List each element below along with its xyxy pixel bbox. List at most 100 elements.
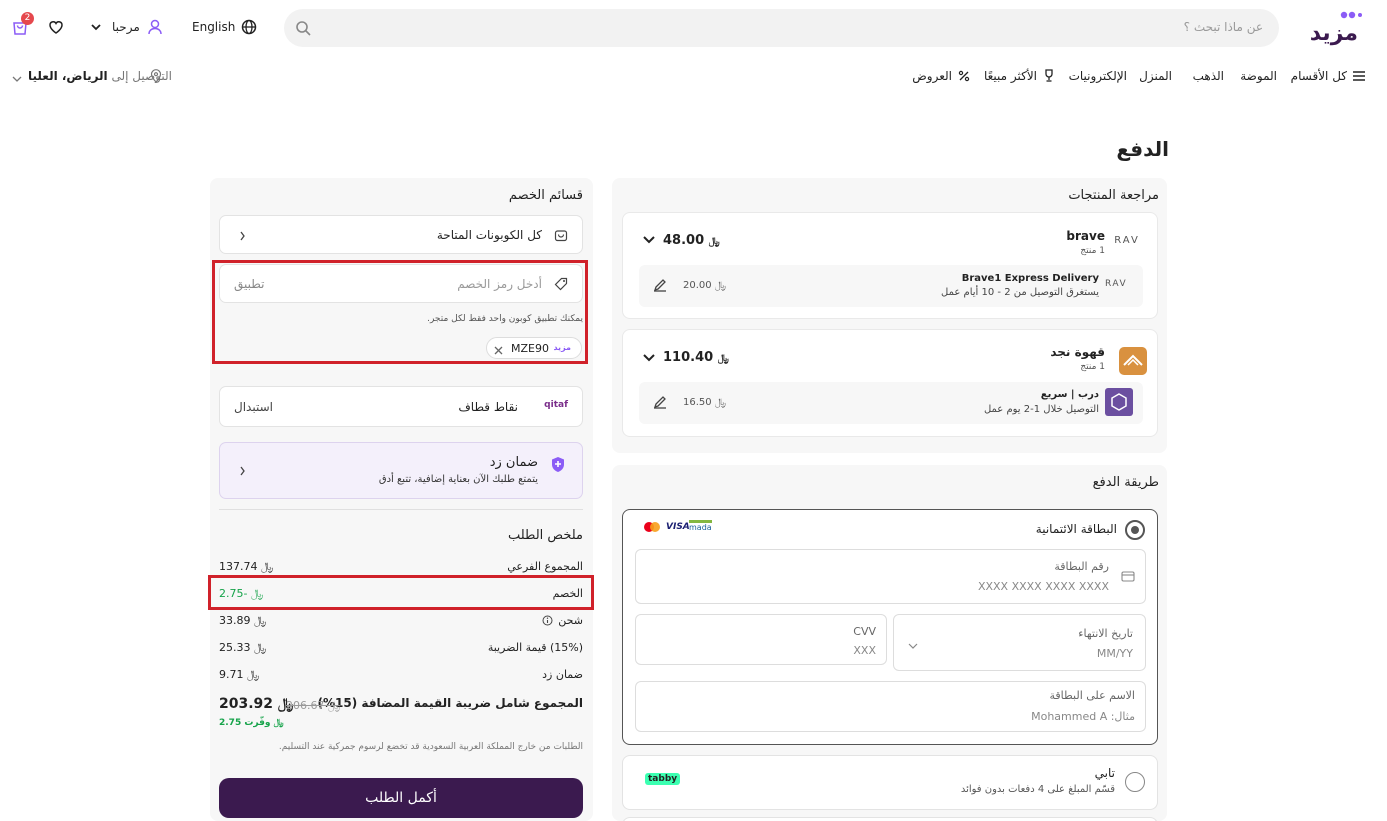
store-card: RAV brave 1 منتج 48.00 ﷼ RAV Brave1 Expr… [622,212,1158,319]
percent-icon [958,70,970,85]
expiry-label: تاريخ الانتهاء [1078,627,1133,640]
heart-icon[interactable] [47,18,65,39]
shipping-name: Brave1 Express Delivery [961,273,1099,284]
store-count: 1 منتج [1080,246,1105,256]
summary-row: (15%) قيمة الضريبة ﷼ 25.33 [219,639,583,657]
store-count: 1 منتج [1080,362,1105,372]
summary-value: ﷼ 9.71 [219,668,260,681]
summary-row: ضمان زد ﷼ 9.71 [219,666,583,684]
card-name-field[interactable]: الاسم على البطاقة مثال: Mohammed A [635,681,1146,732]
najd-coffee-logo [1119,347,1147,375]
logo[interactable]: مزيد [1308,8,1362,46]
products-panel: مراجعة المنتجات RAV brave 1 منتج 48.00 ﷼… [612,178,1167,453]
language-toggle[interactable]: English [192,20,235,34]
tabby-radio[interactable] [1125,772,1145,792]
chevron-down-icon[interactable] [643,234,655,248]
delivery-city: الرياض، العليا [28,69,108,83]
payment-title: طريقة الدفع [1092,475,1159,490]
edit-icon[interactable] [653,395,667,412]
expiry-field[interactable]: تاريخ الانتهاء MM/YY [893,614,1146,671]
store-total: 110.40 ﷼ [663,350,729,365]
zid-desc: يتمتع طلبك الآن بعناية إضافية، تتبع أدق [378,474,538,485]
shield-icon [550,456,566,476]
old-total: ﷼ 206.67 [286,699,341,712]
cart-count-badge: 2 [21,12,34,25]
shipping-note: التوصيل خلال 1-2 يوم عمل [983,404,1099,415]
mastercard-icon [643,521,661,533]
tabby-logo: tabby [645,773,681,785]
menu-icon[interactable] [1352,70,1366,85]
nav-item-offers[interactable]: العروض [912,69,952,83]
nav-item-bestsellers[interactable]: الأكثر مبيعًا [984,69,1037,83]
coupon-bag-icon [554,228,568,245]
highlight-coupon [212,260,588,364]
mada-icon: mada [689,520,712,533]
payment-panel: طريقة الدفع البطاقة الائتمانية VISA mada… [612,465,1167,821]
edit-icon[interactable] [653,278,667,295]
page-title: الدفع [1116,137,1169,161]
highlight-discount [208,575,594,610]
tabby-desc: قسّم المبلغ على 4 دفعات بدون فوائد [960,784,1115,795]
store-name: brave [1066,229,1105,243]
chevron-down-icon[interactable] [643,352,655,366]
chevron-down-icon[interactable] [12,72,22,86]
summary-title: ملخص الطلب [507,528,583,543]
card-name-label: الاسم على البطاقة [1049,689,1136,702]
chevron-down-icon[interactable] [90,21,102,36]
search-bar[interactable]: عن ماذا تبحث ؟ [284,9,1279,47]
saved-amount: ﷼ وفّرت 2.75 [219,718,284,728]
shipping-option[interactable]: درب | سريع التوصيل خلال 1-2 يوم عمل 16.5… [639,382,1143,424]
chevron-left-icon [238,230,246,244]
chevron-down-icon[interactable] [908,639,918,653]
store-card: قهوة نجد 1 منتج 110.40 ﷼ درب | سريع التو… [622,329,1158,437]
card-name-input[interactable]: مثال: Mohammed A [1031,710,1135,723]
store-name: قهوة نجد [1050,345,1105,359]
next-payment-option[interactable] [622,817,1158,821]
card-number-input[interactable]: XXXX XXXX XXXX XXXX [978,580,1109,593]
summary-label: ضمان زد [542,668,583,681]
nav-item-home[interactable]: المنزل [1139,69,1172,83]
visa-icon: VISA [666,522,690,532]
shipping-option[interactable]: RAV Brave1 Express Delivery يستغرق التوص… [639,265,1143,307]
zid-guarantee-card[interactable]: ضمان زد يتمتع طلبك الآن بعناية إضافية، ت… [219,442,583,499]
card-radio[interactable] [1125,520,1145,540]
complete-order-button[interactable]: أكمل الطلب [219,778,583,818]
shipping-price: 20.00 ﷼ [683,280,726,291]
cvv-input[interactable]: XXX [853,644,876,657]
user-icon[interactable] [146,18,164,36]
location-pin-icon [150,69,162,86]
search-icon[interactable] [294,19,312,37]
nav-item-fashion[interactable]: الموضة [1240,69,1277,83]
qitaf-redeem-button[interactable]: استبدال [234,400,273,414]
qitaf-row[interactable]: qitaf نقاط قطاف استبدال [219,386,583,427]
nav-item-gold[interactable]: الذهب [1193,69,1224,83]
summary-total: المجموع شامل ضريبة القيمة المضافة (15%) … [219,694,583,734]
zid-title: ضمان زد [489,455,538,470]
globe-icon[interactable] [240,18,258,36]
cvv-label: CVV [853,625,876,638]
logo-text: مزيد [1310,21,1358,46]
summary-value: ﷼ 33.89 [219,614,267,627]
total-value: ﷼ 203.92 [219,696,294,712]
discounts-title: قسائم الخصم [508,188,583,203]
all-coupons-label: كل الكوبونات المتاحة [436,228,542,242]
credit-card-icon [1121,571,1135,585]
info-icon[interactable] [542,615,553,629]
greeting-text[interactable]: مرحبا [112,20,140,34]
total-label: المجموع شامل ضريبة القيمة المضافة (15%) [317,696,583,710]
all-coupons-button[interactable]: كل الكوبونات المتاحة [219,215,583,254]
products-title: مراجعة المنتجات [1068,188,1159,203]
tabby-payment-option[interactable]: تابي قسّم المبلغ على 4 دفعات بدون فوائد … [622,755,1158,810]
store-total: 48.00 ﷼ [663,233,720,248]
expiry-input[interactable]: MM/YY [1097,647,1133,660]
search-input[interactable]: عن ماذا تبحث ؟ [1184,20,1263,34]
divider [219,509,583,510]
summary-label: المجموع الفرعي [507,560,583,573]
card-payment-option[interactable]: البطاقة الائتمانية VISA mada رقم البطاقة… [622,509,1158,745]
cvv-field[interactable]: CVV XXX [635,614,887,665]
shipping-price: 16.50 ﷼ [683,397,726,408]
nav-all-categories[interactable]: كل الأقسام [1291,69,1347,83]
customs-note: الطلبات من خارج المملكة العربية السعودية… [278,742,583,752]
nav-item-electronics[interactable]: الإلكترونيات [1069,69,1127,83]
card-number-field[interactable]: رقم البطاقة XXXX XXXX XXXX XXXX [635,549,1146,604]
